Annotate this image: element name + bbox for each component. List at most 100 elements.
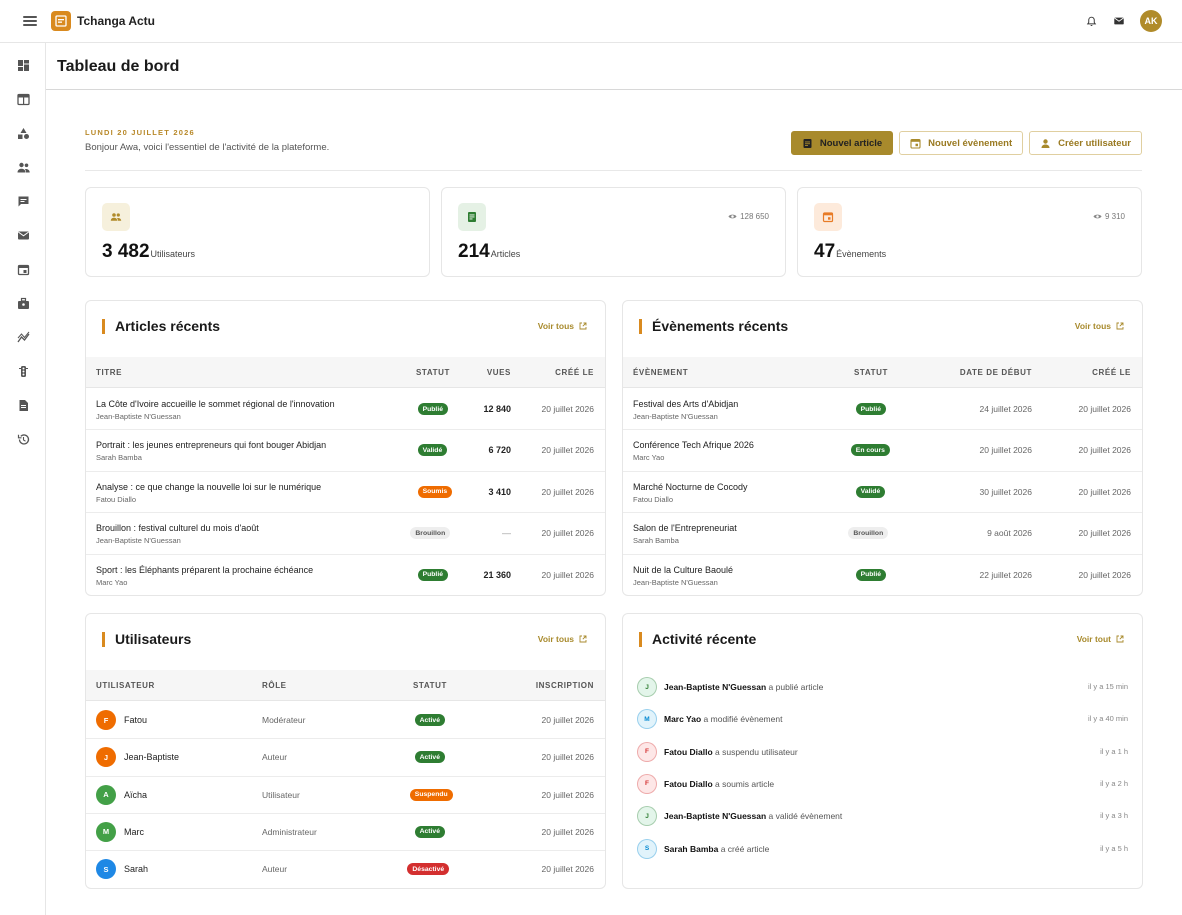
user-name[interactable]: Jean-Baptiste	[124, 752, 179, 762]
activity-actor[interactable]: Fatou Diallo	[664, 779, 713, 789]
users-icon[interactable]	[15, 159, 31, 175]
menu-icon[interactable]	[22, 14, 38, 28]
avatar: F	[637, 773, 657, 794]
mail-icon[interactable]	[1112, 14, 1126, 28]
stat-card-events[interactable]: 9 310 47Évènements	[797, 187, 1142, 277]
categories-icon[interactable]	[15, 125, 31, 141]
status-badge: Activé	[414, 751, 445, 764]
user-name[interactable]: Marc	[124, 827, 144, 837]
column-header: STATUT	[416, 368, 450, 377]
event-title[interactable]: Marché Nocturne de Cocody	[633, 482, 748, 492]
table-row[interactable]: S Sarah Auteur Désactivé 20 juillet 2026	[86, 851, 605, 888]
status-badge: Brouillon	[848, 527, 889, 540]
calendar-icon[interactable]	[15, 261, 31, 277]
create-user-button[interactable]: Créer utilisateur	[1029, 131, 1142, 155]
activity-actor[interactable]: Fatou Diallo	[664, 747, 713, 757]
event-author: Sarah Bamba	[633, 536, 679, 546]
table-row[interactable]: F Fatou Modérateur Activé 20 juillet 2026	[86, 702, 605, 740]
activity-actor[interactable]: Sarah Bamba	[664, 844, 718, 854]
history-icon[interactable]	[15, 431, 31, 447]
person-icon	[1041, 138, 1050, 148]
table-row[interactable]: Festival des Arts d'Abidjan Jean-Baptiste…	[623, 389, 1142, 431]
traffic-icon[interactable]	[15, 363, 31, 379]
activity-item[interactable]: F Fatou Diallo a suspendu utilisateur il y…	[637, 741, 1128, 762]
activity-item[interactable]: M Marc Yao a modifié évènement il y a 40 m…	[637, 709, 1128, 730]
article-title[interactable]: Brouillon : festival culturel du mois d'…	[96, 523, 259, 533]
user-joined-date: 20 juillet 2026	[541, 752, 594, 763]
see-all-articles-link[interactable]: Voir tous	[538, 321, 587, 331]
analytics-icon[interactable]	[15, 329, 31, 345]
table-header: TITRE STATUT VUES CRÉÉ LE	[86, 357, 605, 388]
activity-item[interactable]: J Jean-Baptiste N'Guessan a publié articl…	[637, 677, 1128, 697]
comments-icon[interactable]	[15, 193, 31, 209]
article-date: 20 juillet 2026	[541, 486, 594, 497]
article-title[interactable]: Portrait : les jeunes entrepreneurs qui …	[96, 440, 326, 450]
activity-action: a publié article	[768, 682, 824, 692]
status-badge: Désactivé	[407, 863, 450, 876]
table-row[interactable]: La Côte d'Ivoire accueille le sommet rég…	[86, 389, 605, 431]
event-start-date: 9 août 2026	[987, 528, 1032, 539]
column-header: RÔLE	[262, 681, 287, 690]
dark-mode-icon[interactable]	[1056, 14, 1070, 28]
column-header: DATE DE DÉBUT	[959, 368, 1032, 377]
document-icon[interactable]	[15, 397, 31, 413]
user-joined-date: 20 juillet 2026	[541, 789, 594, 800]
see-all-users-link[interactable]: Voir tous	[538, 634, 587, 644]
table-row[interactable]: Analyse : ce que change la nouvelle loi …	[86, 472, 605, 514]
eye-icon	[728, 214, 737, 219]
user-role: Auteur	[262, 752, 288, 763]
avatar: M	[637, 709, 657, 730]
event-created-date: 20 juillet 2026	[1078, 404, 1131, 414]
new-article-button[interactable]: Nouvel article	[790, 131, 894, 155]
user-name[interactable]: Sarah	[124, 864, 148, 874]
table-row[interactable]: Salon de l'Entrepreneuriat Sarah Bamba Bro…	[623, 513, 1142, 555]
activity-item[interactable]: F Fatou Diallo a soumis article il y a 2 h	[637, 773, 1128, 794]
activity-item[interactable]: S Sarah Bamba a créé article il y a 5 h	[637, 838, 1128, 859]
activity-actor[interactable]: Jean-Baptiste N'Guessan	[664, 811, 766, 821]
see-all-activity-link[interactable]: Voir tout	[1077, 634, 1124, 644]
table-row[interactable]: Brouillon : festival culturel du mois d'…	[86, 513, 605, 555]
table-header: UTILISATEUR RÔLE STATUT INSCRIPTION	[86, 670, 605, 701]
event-author: Fatou Diallo	[633, 494, 674, 504]
app-title[interactable]: Tchanga Actu	[77, 14, 155, 28]
user-name[interactable]: Fatou	[124, 715, 147, 725]
event-created-date: 20 juillet 2026	[1078, 486, 1131, 497]
mail-icon[interactable]	[15, 227, 31, 243]
event-title[interactable]: Nuit de la Culture Baoulé	[633, 565, 733, 575]
stat-card-users[interactable]: 3 482Utilisateurs	[85, 187, 430, 277]
app-logo-icon[interactable]	[51, 11, 71, 31]
stat-card-articles[interactable]: 128 650 214Articles	[441, 187, 786, 277]
jobs-icon[interactable]	[15, 295, 31, 311]
status-badge: En cours	[850, 444, 890, 457]
bell-icon[interactable]	[1084, 14, 1098, 28]
article-title[interactable]: Sport : les Éléphants préparent la proch…	[96, 565, 313, 575]
see-all-events-link[interactable]: Voir tous	[1075, 321, 1124, 331]
table-row[interactable]: J Jean-Baptiste Auteur Activé 20 juillet 202…	[86, 739, 605, 777]
user-avatar[interactable]: AK	[1140, 10, 1162, 32]
new-event-button[interactable]: Nouvel évènement	[899, 131, 1024, 155]
column-header: STATUT	[854, 368, 888, 377]
user-role: Administrateur	[262, 826, 317, 837]
table-row[interactable]: Sport : les Éléphants préparent la proch…	[86, 555, 605, 595]
table-row[interactable]: M Marc Administrateur Activé 20 juillet 2026	[86, 814, 605, 852]
event-title[interactable]: Festival des Arts d'Abidjan	[633, 399, 738, 409]
avatar: J	[96, 747, 116, 768]
article-title[interactable]: Analyse : ce que change la nouvelle loi …	[96, 482, 321, 492]
table-row[interactable]: Marché Nocturne de Cocody Fatou Diallo Val…	[623, 472, 1142, 514]
recent-events-card: Évènements récents Voir tous ÉVÈNEMENT S…	[622, 300, 1143, 596]
article-author: Jean-Baptiste N'Guessan	[96, 536, 181, 546]
article-title[interactable]: La Côte d'Ivoire accueille le sommet rég…	[96, 399, 335, 409]
table-row[interactable]: Portrait : les jeunes entrepreneurs qui …	[86, 430, 605, 472]
event-title[interactable]: Conférence Tech Afrique 2026	[633, 440, 754, 450]
table-row[interactable]: A Aïcha Utilisateur Suspendu 20 juillet 2026	[86, 777, 605, 814]
column-header: CRÉÉ LE	[555, 368, 594, 377]
activity-actor[interactable]: Jean-Baptiste N'Guessan	[664, 682, 766, 692]
layout-icon[interactable]	[15, 91, 31, 107]
event-title[interactable]: Salon de l'Entrepreneuriat	[633, 523, 737, 533]
table-row[interactable]: Nuit de la Culture Baoulé Jean-Baptiste N…	[623, 555, 1142, 595]
activity-actor[interactable]: Marc Yao	[664, 714, 701, 724]
user-name[interactable]: Aïcha	[124, 790, 147, 800]
dashboard-icon[interactable]	[15, 57, 31, 73]
table-row[interactable]: Conférence Tech Afrique 2026 Marc Yao En c…	[623, 430, 1142, 472]
activity-item[interactable]: J Jean-Baptiste N'Guessan a validé évènem…	[637, 806, 1128, 827]
